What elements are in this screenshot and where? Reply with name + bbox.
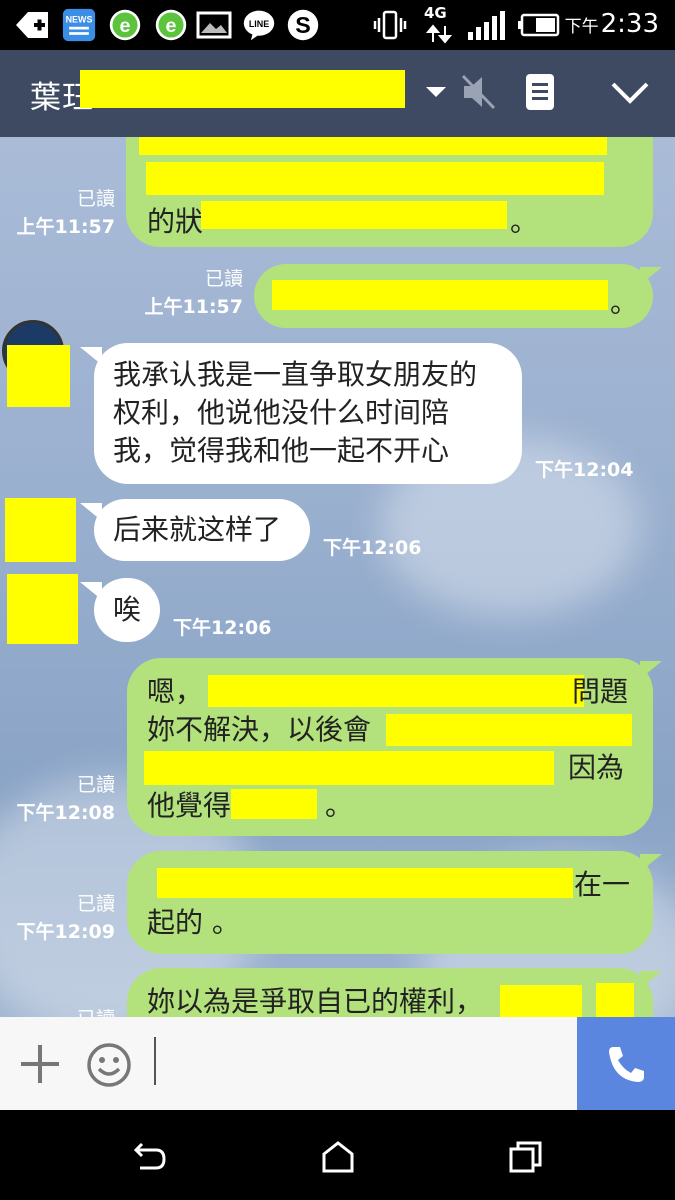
redaction xyxy=(144,751,554,785)
news-icon: NEWS xyxy=(62,8,96,42)
svg-text:NEWS: NEWS xyxy=(66,14,93,24)
message-text: 嗯， xyxy=(147,675,204,708)
redaction xyxy=(596,983,634,1017)
message-text: 我，觉得我和他一起不开心 xyxy=(113,434,450,467)
message-text: 。 xyxy=(610,286,639,319)
network-type: 4G xyxy=(424,4,447,22)
svg-text:S: S xyxy=(295,12,311,38)
bubble-tail xyxy=(80,347,102,365)
line-app-icon: LINE xyxy=(243,10,275,41)
bubble-tail xyxy=(640,661,662,679)
navigation-bar xyxy=(0,1110,675,1200)
status-time: 下午2:33 xyxy=(564,9,659,39)
redaction xyxy=(7,574,78,644)
message-text: 后来就这样了 xyxy=(113,513,282,546)
message-time: 下午12:06 xyxy=(173,617,272,639)
message-text: 的狀 xyxy=(147,205,204,238)
redaction xyxy=(5,498,76,562)
redaction xyxy=(201,201,507,229)
notes-icon[interactable] xyxy=(524,72,556,112)
redaction xyxy=(80,70,405,108)
collapse-icon[interactable] xyxy=(610,80,650,106)
svg-text:e: e xyxy=(166,15,177,37)
redaction xyxy=(146,162,604,195)
message-text: 妳以為是爭取自已的權利， xyxy=(147,985,484,1017)
phone-icon xyxy=(609,1047,644,1082)
svg-text:e: e xyxy=(120,15,131,37)
redaction xyxy=(272,280,608,310)
redaction xyxy=(7,345,70,407)
message-text: 。 xyxy=(510,205,539,238)
plus-badge-icon xyxy=(16,12,48,38)
vibrate-icon xyxy=(373,10,407,40)
redaction xyxy=(157,868,573,898)
call-button[interactable] xyxy=(577,1017,675,1110)
message-text: 我承认我是一直争取女朋友的 xyxy=(113,358,478,391)
recents-icon[interactable] xyxy=(508,1140,544,1174)
message-text: 在一 xyxy=(574,868,631,901)
redaction xyxy=(139,137,607,155)
message-text: 問題 xyxy=(572,675,629,708)
redaction xyxy=(208,675,584,707)
message-text: 妳不解決，以後會 xyxy=(147,713,372,746)
chevron-down-icon[interactable] xyxy=(424,85,448,99)
svg-text:LINE: LINE xyxy=(249,19,269,29)
data-arrows-icon xyxy=(426,24,452,44)
signal-icon xyxy=(468,11,505,40)
bubble-tail xyxy=(80,582,102,600)
message-input[interactable] xyxy=(154,1037,156,1085)
message-meta: 已讀 xyxy=(77,1005,115,1017)
message-text: 起的 。 xyxy=(147,906,240,939)
back-icon[interactable] xyxy=(132,1140,168,1172)
browser-icon: e xyxy=(109,9,141,41)
image-icon xyxy=(196,11,232,39)
message-time: 下午12:04 xyxy=(535,459,634,481)
browser-icon: e xyxy=(155,9,187,41)
message-input-bar xyxy=(0,1017,675,1110)
home-icon[interactable] xyxy=(320,1140,356,1174)
plus-icon[interactable] xyxy=(18,1042,62,1086)
battery-icon xyxy=(518,13,560,37)
message-meta: 已讀 上午11:57 xyxy=(16,188,115,238)
message-time: 下午12:06 xyxy=(323,537,422,559)
skype-icon: S xyxy=(287,9,319,41)
emoji-icon[interactable] xyxy=(86,1042,132,1088)
message-text: 权利，他说他没什么时间陪 xyxy=(113,396,450,429)
bubble-tail xyxy=(640,971,662,989)
message-text: 因為 xyxy=(568,751,625,784)
message-meta: 已讀 下午12:08 xyxy=(16,774,115,824)
redaction xyxy=(231,789,317,819)
message-text: 唉 xyxy=(113,593,142,626)
message-text: 。 xyxy=(325,789,354,822)
mute-icon[interactable] xyxy=(460,72,498,112)
bubble-tail xyxy=(640,267,662,285)
message-meta: 已讀 上午11:57 xyxy=(144,268,243,318)
bubble-tail xyxy=(640,854,662,872)
redaction xyxy=(500,985,582,1017)
message-text: 他覺得 xyxy=(147,789,232,822)
chat-area[interactable]: 的狀 。 已讀 上午11:57 。 已讀 上午11:57 我承认我是一直争取女朋友的… xyxy=(0,137,675,1017)
chat-header: 葉珏 xyxy=(0,50,675,137)
message-meta: 已讀 下午12:09 xyxy=(16,893,115,943)
status-bar: NEWS e e LINE S 4G 下午2:33 xyxy=(0,0,675,50)
redaction xyxy=(386,714,632,746)
bubble-tail xyxy=(80,503,102,521)
